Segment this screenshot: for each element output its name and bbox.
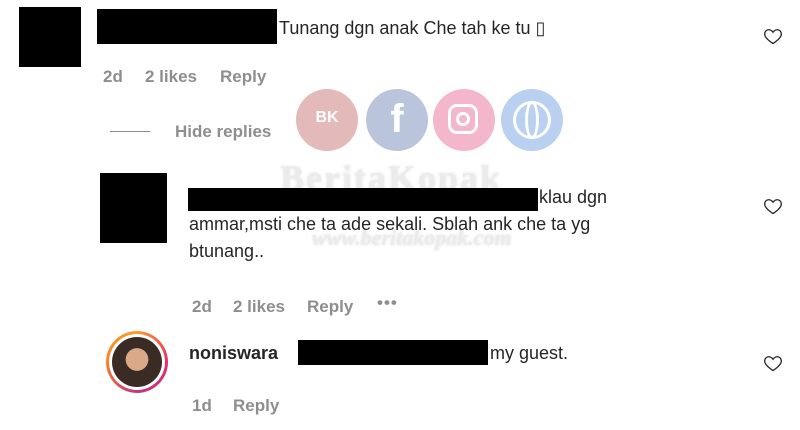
hide-replies-button[interactable]: Hide replies bbox=[175, 122, 271, 142]
comment-likes[interactable]: 2 likes bbox=[145, 67, 197, 87]
reply-text-line3: btunang.. bbox=[189, 241, 265, 261]
commenter-avatar-redacted[interactable] bbox=[19, 7, 81, 67]
reply-text-line1: klau dgn bbox=[539, 187, 608, 207]
reply-likes[interactable]: 2 likes bbox=[233, 297, 285, 317]
reply-text: klau dgn ammar,msti che ta ade sekali. S… bbox=[189, 184, 749, 265]
reply2-time: 1d bbox=[192, 396, 212, 415]
bk-logo-icon: BK bbox=[296, 89, 358, 151]
more-options-icon[interactable]: ••• bbox=[377, 293, 398, 313]
reply-text-line2: ammar,msti che ta ade sekali. Sblah ank … bbox=[189, 214, 591, 234]
hide-replies-divider bbox=[110, 131, 150, 132]
reply2-reply-button[interactable]: Reply bbox=[233, 396, 279, 416]
reply-time: 2d bbox=[192, 297, 212, 316]
instagram-icon bbox=[433, 89, 495, 151]
reply-reply-button[interactable]: Reply bbox=[307, 297, 353, 317]
heart-icon[interactable] bbox=[763, 353, 783, 373]
commenter-username-redacted[interactable] bbox=[97, 9, 277, 44]
reply2-text-tail: my guest. bbox=[490, 343, 569, 363]
reply2-mention-redacted[interactable] bbox=[298, 340, 488, 365]
heart-icon[interactable] bbox=[763, 26, 783, 46]
heart-icon[interactable] bbox=[763, 196, 783, 216]
comment-reply-button[interactable]: Reply bbox=[220, 67, 266, 87]
reply2-text: noniswara bbox=[189, 340, 278, 367]
comment-time: 2d bbox=[103, 67, 123, 86]
facebook-icon: f bbox=[366, 89, 428, 151]
globe-icon bbox=[501, 89, 563, 151]
avatar-photo bbox=[112, 337, 162, 387]
username-link[interactable]: noniswara bbox=[189, 343, 278, 363]
avatar[interactable] bbox=[106, 331, 168, 393]
reply-avatar-redacted[interactable] bbox=[100, 173, 167, 243]
comment-text: Tunang dgn anak Che tah ke tu ▯ bbox=[279, 18, 546, 38]
